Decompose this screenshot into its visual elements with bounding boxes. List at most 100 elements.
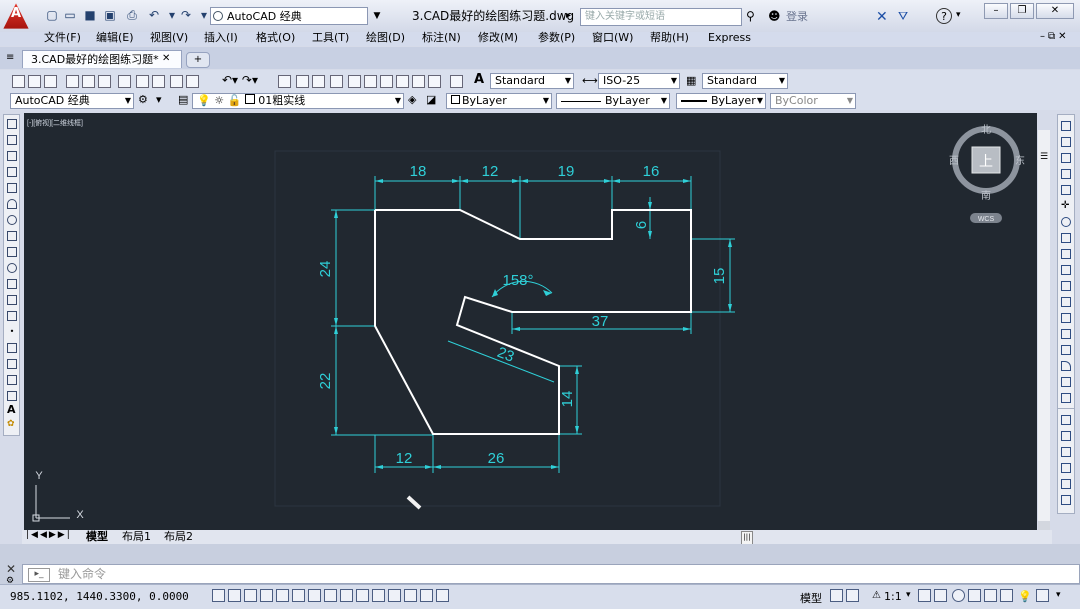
polar-icon[interactable] [276,589,289,602]
add-selected-icon[interactable]: ✿ [7,420,17,430]
break-point-icon[interactable] [1061,297,1071,307]
dim-text-24[interactable]: 24 [317,261,334,278]
array-icon[interactable] [1061,185,1071,195]
menu-modify[interactable]: 修改(M) [478,31,518,45]
menu-tools[interactable]: 工具(T) [312,31,349,45]
scroll-thumb-icon[interactable]: ☰ [1040,152,1048,162]
tb-publish-icon[interactable] [98,75,111,88]
rotate-icon[interactable] [1061,217,1071,227]
tb-pan-icon[interactable] [278,75,291,88]
dim-text-22[interactable]: 22 [317,373,334,390]
dim-text-37[interactable]: 37 [592,313,609,330]
linetype-select[interactable]: ByLayer ▼ [556,93,670,109]
tb-save-icon[interactable] [44,75,57,88]
tb-zoom-window-icon[interactable] [312,75,325,88]
wcs-label[interactable]: WCS [978,216,995,223]
trim-icon[interactable] [1061,265,1071,275]
selection-cycling-icon[interactable] [420,589,433,602]
move-icon[interactable]: ✛ [1061,201,1071,211]
dim-text-angle[interactable]: 158° [502,272,533,289]
new-tab-button[interactable]: + [186,52,210,68]
tab-menu-icon[interactable]: ≡ [6,52,14,63]
minimize-button[interactable]: – [984,3,1008,19]
ellipse-icon[interactable] [7,263,17,273]
layer-select[interactable]: 💡 ☼ 🔓 01粗实线 ▼ [192,93,404,109]
quick-view-drawings-icon[interactable] [846,589,859,602]
command-input[interactable]: 键入命令 [58,566,106,582]
revcloud-icon[interactable] [7,231,17,241]
workspace-switching-icon[interactable] [952,589,965,602]
polygon-icon[interactable] [7,167,17,177]
dim-text-26[interactable]: 26 [488,450,505,467]
bring-front-icon[interactable] [1061,415,1071,425]
menu-file[interactable]: 文件(F) [44,31,81,45]
title-dropdown-icon[interactable]: ▸ [566,10,571,21]
viewcube-east[interactable]: 东 [1015,154,1025,167]
tb-new-icon[interactable] [12,75,25,88]
user-icon[interactable]: ☻ [768,9,781,23]
menu-draw[interactable]: 绘图(D) [366,31,405,45]
gradient-icon[interactable] [7,359,17,369]
construction-line-icon[interactable] [7,135,17,145]
text-front-icon[interactable] [1061,479,1071,489]
mirror-icon[interactable] [1061,153,1071,163]
clean-screen-icon[interactable] [1036,589,1049,602]
layer-previous-icon[interactable]: ◪ [426,93,436,106]
hardware-accel-icon[interactable] [984,589,997,602]
login-link[interactable]: 登录 [786,8,808,26]
horizontal-scroll-thumb[interactable]: ||| [741,531,753,545]
table-style-select[interactable]: Standard ▼ [702,73,788,89]
menu-express[interactable]: Express [708,31,751,45]
copy-tool-icon[interactable] [1061,137,1071,147]
hatch-icon[interactable] [7,343,17,353]
save-as-icon[interactable]: ▣ [102,8,118,23]
mtext-icon[interactable]: A [7,404,17,415]
line-tool-icon[interactable] [7,119,17,129]
redo-icon[interactable]: ↷ [178,8,194,23]
print-icon[interactable]: ⎙ [124,8,140,23]
tb-paste-icon[interactable] [152,75,165,88]
annotation-monitor-icon[interactable] [436,589,449,602]
menu-format[interactable]: 格式(O) [256,31,295,45]
tb-properties-icon[interactable] [348,75,361,88]
lock-toolbar-icon[interactable] [968,589,981,602]
viewcube-south[interactable]: 南 [981,189,991,202]
quick-props-icon[interactable] [404,589,417,602]
blend-icon[interactable] [1061,377,1071,387]
tb-copy-icon[interactable] [136,75,149,88]
workspace-dropdown-arrow[interactable]: ▼ [371,7,383,25]
erase-icon[interactable] [1061,121,1071,131]
rectangle-icon[interactable] [7,183,17,193]
undo-icon[interactable]: ↶ [146,8,162,23]
region-icon[interactable] [7,375,17,385]
dim-text-12-top[interactable]: 12 [482,163,499,180]
osnap-icon[interactable] [292,589,305,602]
lineweight-toggle-icon[interactable] [372,589,385,602]
explode-icon[interactable] [1061,393,1071,403]
tb-zoom-realtime-icon[interactable] [296,75,309,88]
text-style-select[interactable]: Standard ▼ [490,73,574,89]
tb-block-icon[interactable] [186,75,199,88]
new-file-icon[interactable]: ▢ [44,8,60,23]
table-icon[interactable] [7,391,17,401]
dim-text-19[interactable]: 19 [558,163,575,180]
lightbulb-status-icon[interactable]: 💡 [1018,590,1032,603]
scale-icon[interactable] [1061,233,1071,243]
break-icon[interactable] [1061,313,1071,323]
dim-text-18[interactable]: 18 [410,163,427,180]
tb-matchprop-icon[interactable] [170,75,183,88]
quick-view-layouts-icon[interactable] [830,589,843,602]
offset-icon[interactable] [1061,169,1071,179]
drawing-canvas[interactable]: [-][俯视][二维线框] 18 12 19 16 6 15 158° 37 2… [24,113,1037,530]
dyn-icon[interactable] [356,589,369,602]
3d-osnap-icon[interactable] [308,589,321,602]
viewcube-north[interactable]: 北 [981,124,991,136]
make-block-icon[interactable] [7,311,17,321]
tb-undo-icon[interactable]: ↶▾ ↷▾ [222,73,258,87]
open-file-icon[interactable]: ▭ [62,8,78,23]
help-icon[interactable]: ? [936,8,952,24]
color-select[interactable]: ByLayer ▼ [446,93,552,109]
dim-text-6[interactable]: 6 [633,221,650,229]
tab-model[interactable]: 模型 [86,530,108,544]
menu-insert[interactable]: 插入(I) [204,31,238,45]
